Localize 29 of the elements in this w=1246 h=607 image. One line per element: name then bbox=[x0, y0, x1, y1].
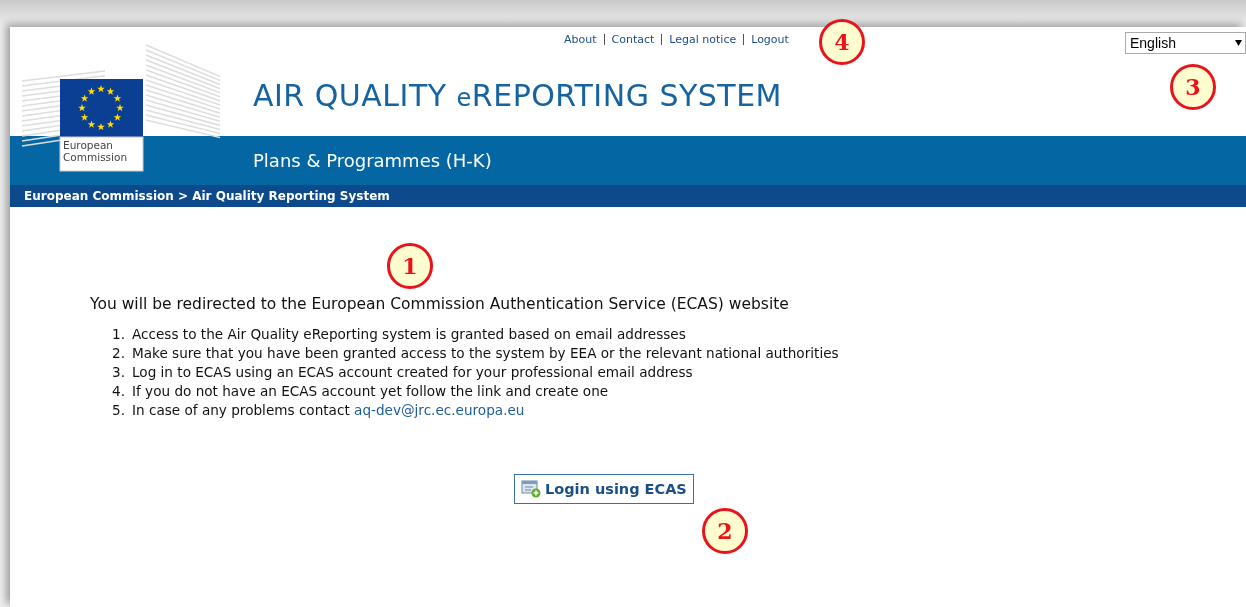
login-button[interactable]: Login using ECAS bbox=[514, 474, 694, 504]
step-number: 1. bbox=[112, 325, 125, 343]
step-number: 4. bbox=[112, 382, 125, 400]
header-link[interactable]: About bbox=[564, 32, 597, 46]
callout-number: 3 bbox=[1170, 64, 1216, 110]
step-number: 2. bbox=[112, 344, 125, 362]
callout-number: 2 bbox=[702, 508, 748, 554]
language-select[interactable]: English bbox=[1125, 32, 1246, 54]
email-link[interactable]: aq-dev@jrc.ec.europa.eu bbox=[354, 402, 525, 418]
breadcrumb: European Commission > Air Quality Reporting System bbox=[24, 189, 390, 203]
header-link[interactable]: Logout bbox=[751, 32, 789, 46]
step-number: 3. bbox=[112, 363, 125, 381]
site-title: AIR QUALITY eREPORTING SYSTEM bbox=[253, 78, 782, 113]
step-text: Access to the Air Quality eReporting system is granted based on email addresses bbox=[132, 325, 686, 343]
dropdown-icon bbox=[1235, 40, 1242, 46]
callout-number: 1 bbox=[387, 243, 433, 289]
step-number: 5. bbox=[112, 401, 125, 419]
step-text: In case of any problems contact aq-dev@jrc.ec.europa.eu bbox=[132, 401, 525, 419]
site-subtitle: Plans & Programmes (H-K) bbox=[253, 150, 492, 171]
form-add-icon bbox=[521, 480, 541, 498]
step-text: Make sure that you have been granted access to the system by EEA or the relevant national authorities bbox=[132, 344, 839, 362]
logo-caption: European bbox=[63, 139, 114, 151]
step-text: Log in to ECAS using an ECAS account created for your professional email address bbox=[132, 363, 693, 381]
header-link[interactable]: Legal notice bbox=[669, 32, 737, 46]
header-link[interactable]: Contact bbox=[611, 32, 655, 46]
step-text: If you do not have an ECAS account yet follow the link and create one bbox=[132, 382, 609, 400]
logo-caption: Commission bbox=[63, 151, 128, 163]
intro-text: You will be redirected to the European Commission Authentication Service (ECAS) website bbox=[90, 295, 790, 313]
callout-number: 4 bbox=[819, 19, 865, 65]
